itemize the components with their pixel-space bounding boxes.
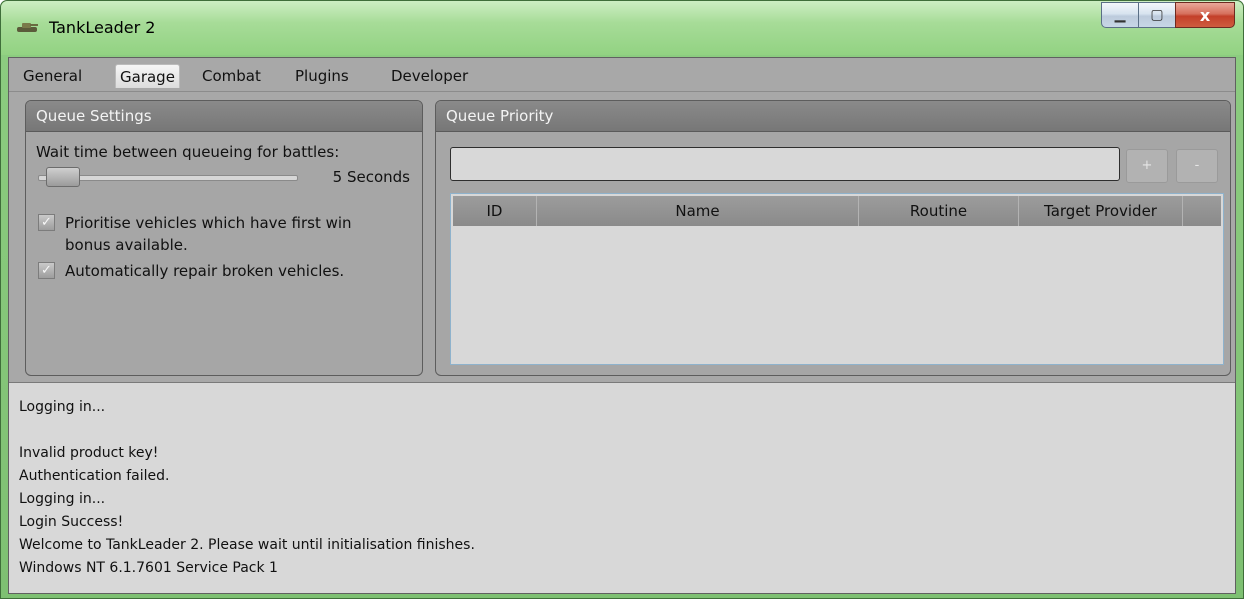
log-output[interactable]: Logging in... Invalid product key! Authe… (9, 382, 1235, 593)
log-line: Welcome to TankLeader 2. Please wait unt… (19, 537, 475, 553)
column-target-provider[interactable]: Target Provider (1019, 196, 1183, 226)
window-controls: ▁ ▢ x (1101, 2, 1235, 28)
tank-icon (17, 23, 38, 32)
log-line: Login Success! (19, 514, 124, 530)
client-area: General Garage Combat Plugins Developer … (8, 57, 1236, 594)
tab-general[interactable]: General (19, 64, 86, 88)
auto-repair-checkbox[interactable]: ✓ (38, 262, 55, 279)
queue-priority-header: Queue Priority (436, 101, 1230, 132)
log-line: Windows NT 6.1.7601 Service Pack 1 (19, 560, 278, 576)
tab-garage[interactable]: Garage (115, 64, 180, 88)
tab-plugins[interactable]: Plugins (291, 64, 353, 88)
column-routine[interactable]: Routine (859, 196, 1019, 226)
wait-time-label: Wait time between queueing for battles: (36, 143, 340, 161)
grid-header: ID Name Routine Target Provider (453, 196, 1221, 226)
close-button[interactable]: x (1175, 2, 1235, 28)
remove-button[interactable]: - (1176, 149, 1218, 183)
queue-settings-panel: Queue Settings Wait time between queuein… (25, 100, 423, 376)
queue-settings-header: Queue Settings (26, 101, 422, 132)
log-line: Logging in... (19, 399, 106, 415)
tab-divider (9, 91, 1235, 92)
minimize-icon: ▁ (1114, 7, 1126, 23)
checkmark-icon: ✓ (41, 215, 52, 230)
tab-combat[interactable]: Combat (198, 64, 265, 88)
maximize-icon: ▢ (1150, 7, 1164, 23)
first-win-label: Prioritise vehicles which have first win… (65, 214, 352, 254)
wait-time-value: 5 Seconds (332, 168, 410, 186)
tab-developer[interactable]: Developer (387, 64, 472, 88)
queue-priority-panel: Queue Priority + - ID Name Routine Targe… (435, 100, 1231, 376)
log-line: Authentication failed. (19, 468, 170, 484)
first-win-checkbox-row[interactable]: ✓ Prioritise vehicles which have first w… (38, 212, 385, 256)
slider-thumb[interactable] (46, 167, 80, 187)
log-line: Logging in... (19, 491, 106, 507)
auto-repair-label: Automatically repair broken vehicles. (65, 262, 345, 280)
log-line: Invalid product key! (19, 445, 159, 461)
column-name[interactable]: Name (537, 196, 859, 226)
tab-strip: General Garage Combat Plugins Developer (9, 58, 1235, 92)
maximize-button[interactable]: ▢ (1138, 2, 1176, 28)
minimize-button[interactable]: ▁ (1101, 2, 1139, 28)
vehicle-search-input[interactable] (450, 147, 1120, 181)
column-id[interactable]: ID (453, 196, 537, 226)
first-win-checkbox[interactable]: ✓ (38, 214, 55, 231)
close-icon: x (1199, 5, 1211, 25)
auto-repair-checkbox-row[interactable]: ✓ Automatically repair broken vehicles. (38, 260, 385, 282)
title-bar[interactable]: TankLeader 2 ▁ ▢ x (1, 1, 1243, 55)
add-button[interactable]: + (1126, 149, 1168, 183)
app-window: TankLeader 2 ▁ ▢ x General Garage Combat… (0, 0, 1244, 599)
priority-grid[interactable]: ID Name Routine Target Provider (450, 193, 1224, 365)
checkmark-icon: ✓ (41, 263, 52, 278)
window-title: TankLeader 2 (49, 18, 156, 37)
